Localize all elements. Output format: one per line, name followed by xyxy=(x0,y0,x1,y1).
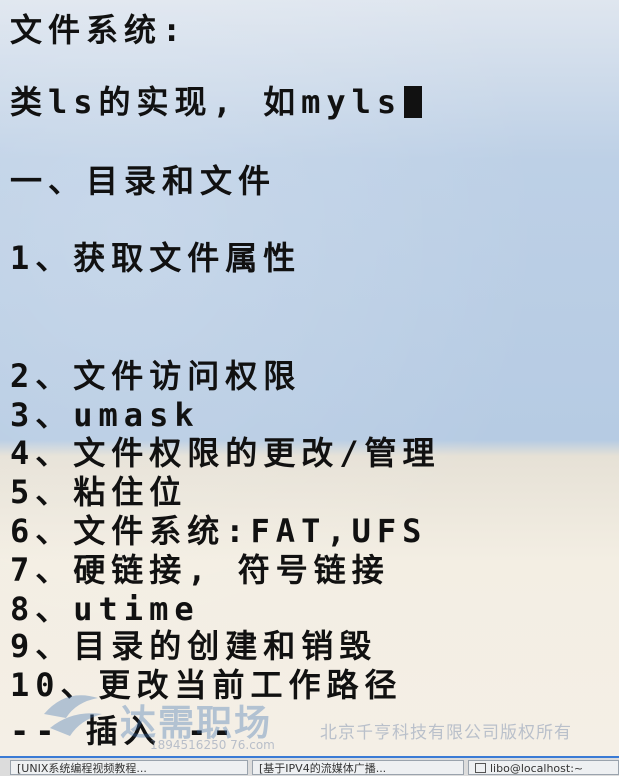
editor-line-7: 4、文件权限的更改/管理 xyxy=(10,434,441,472)
editor-line-3: 一、目录和文件 xyxy=(10,162,277,200)
editor-line-10: 7、硬链接, 符号链接 xyxy=(10,551,390,589)
editor-line-12: 9、目录的创建和销毁 xyxy=(10,627,378,665)
taskbar-item-ipv4-broadcast[interactable]: [基于IPV4的流媒体广播... xyxy=(252,760,464,775)
terminal-screen[interactable]: 文件系统: 类ls的实现, 如myls 一、目录和文件 1、获取文件属性 2、文… xyxy=(0,0,619,776)
text-cursor xyxy=(404,86,423,118)
terminal-icon xyxy=(475,763,486,773)
editor-line-8: 5、粘住位 xyxy=(10,473,188,511)
taskbar-item-video-tutorial[interactable]: [UNIX系统编程视频教程... xyxy=(10,760,248,775)
editor-line-5: 2、文件访问权限 xyxy=(10,357,302,395)
taskbar: [UNIX系统编程视频教程... [基于IPV4的流媒体广播... libo@l… xyxy=(0,756,619,776)
editor-line-6: 3、umask xyxy=(10,396,200,434)
watermark-logo-icon xyxy=(44,695,102,736)
taskbar-item-terminal[interactable]: libo@localhost:~ xyxy=(468,760,619,775)
editor-line-2-text: 类ls的实现, 如myls xyxy=(10,83,403,121)
editor-line-9: 6、文件系统:FAT,UFS xyxy=(10,512,428,550)
editor-line-11: 8、utime xyxy=(10,590,200,628)
editor-line-4: 1、获取文件属性 xyxy=(10,239,302,277)
editor-line-2: 类ls的实现, 如myls xyxy=(10,83,423,121)
editor-line-1: 文件系统: xyxy=(10,11,188,49)
watermark-company: 北京千亨科技有限公司版权所有 xyxy=(320,723,572,743)
watermark-phone: 1894516250 76.com xyxy=(150,738,275,752)
